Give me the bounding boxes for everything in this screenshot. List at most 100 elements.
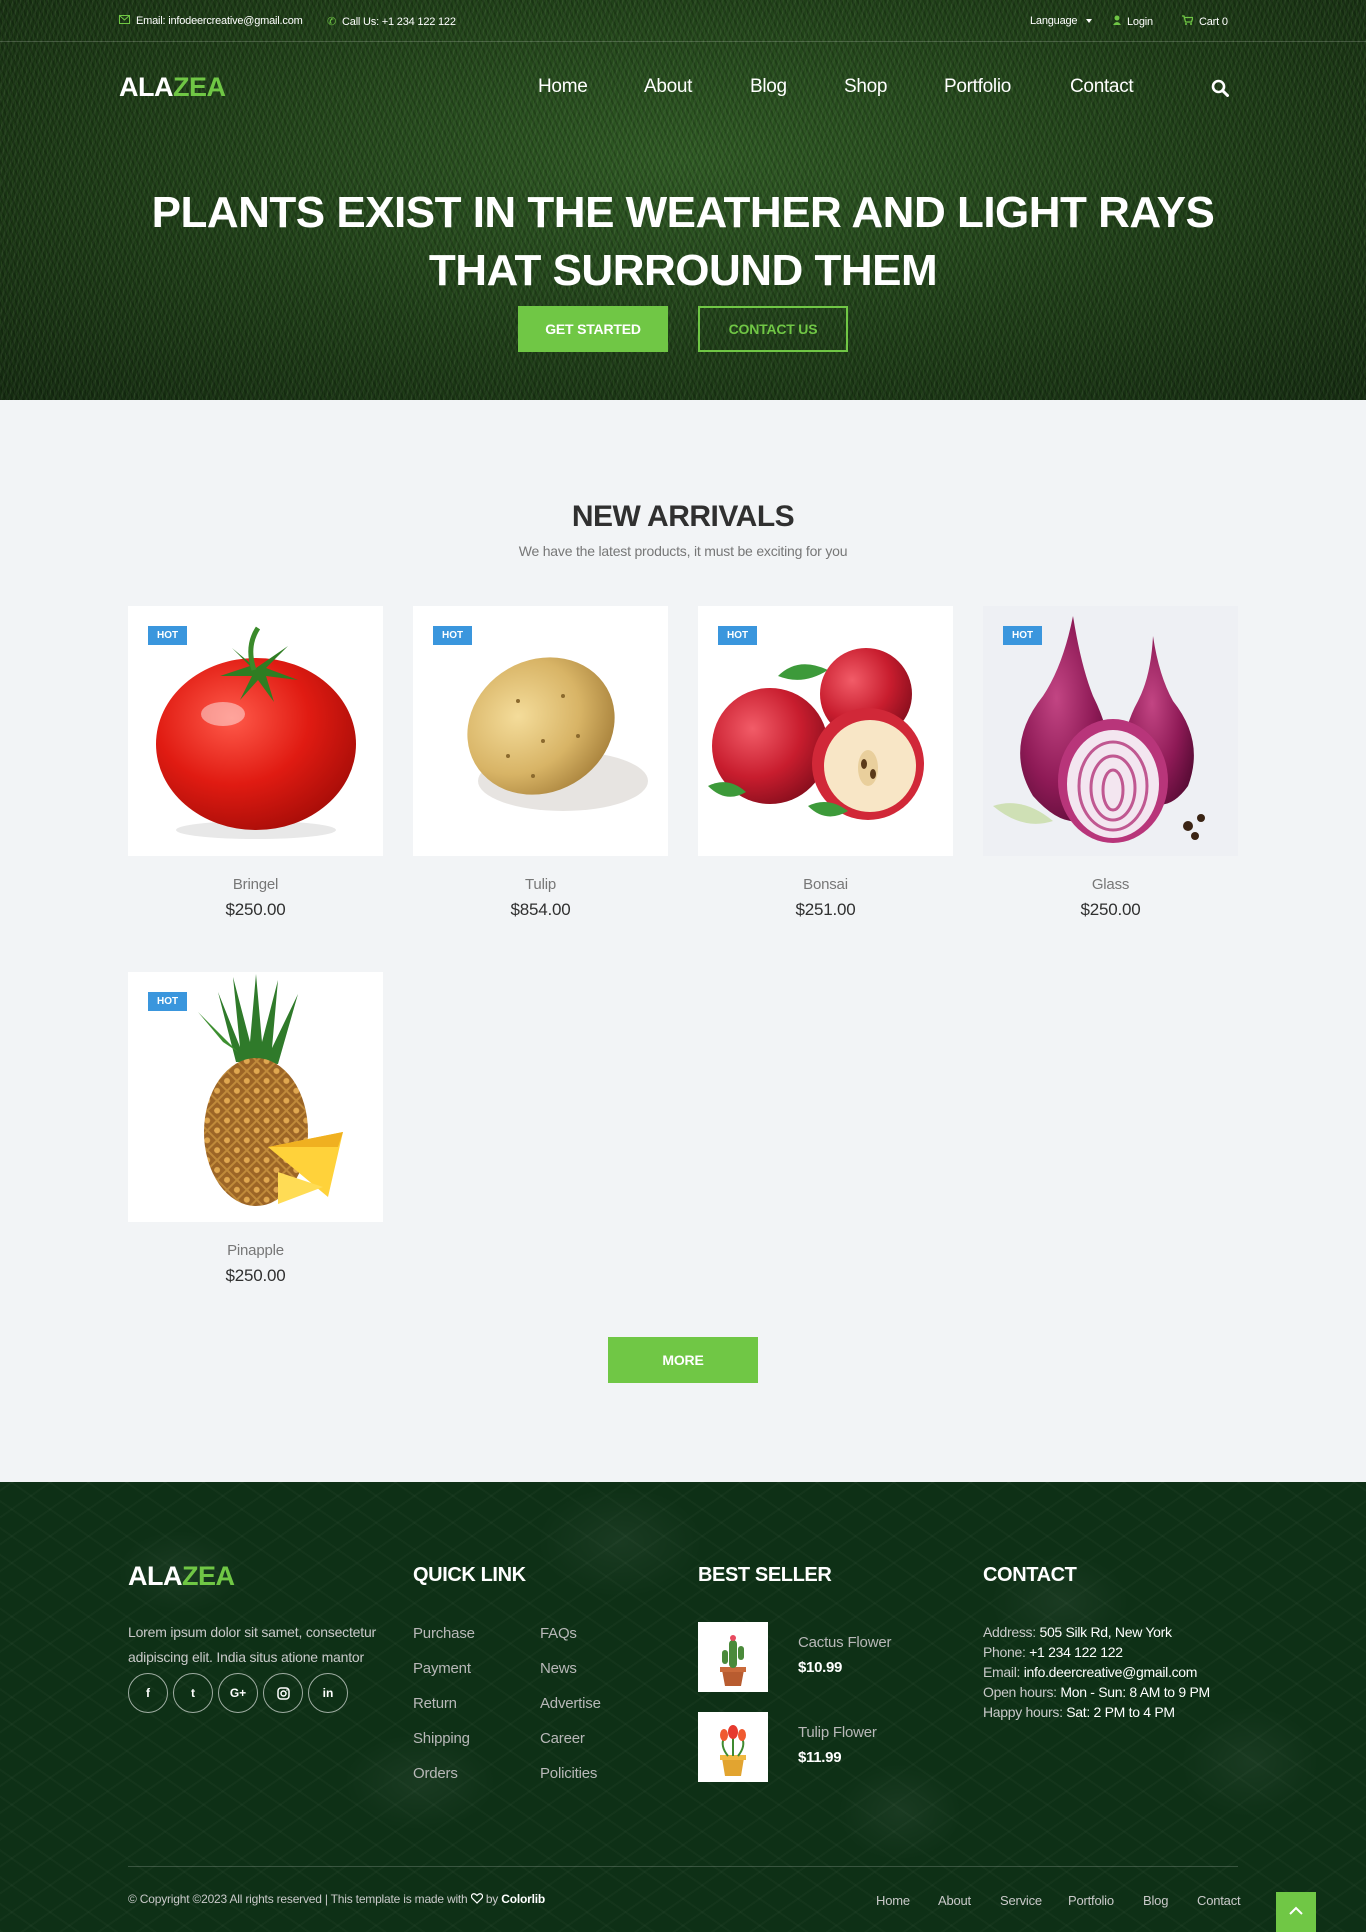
- cart-icon: [1182, 15, 1194, 28]
- product-image-red-onions[interactable]: HOT: [983, 606, 1238, 856]
- hot-badge: HOT: [718, 626, 758, 645]
- topbar-phone-text: Call Us: +1 234 122 122: [342, 15, 456, 28]
- footer-link-home[interactable]: Home: [876, 1893, 910, 1908]
- product-image-tomato[interactable]: HOT: [128, 606, 383, 856]
- language-dropdown[interactable]: Language: [1030, 15, 1093, 27]
- best-seller-name[interactable]: Tulip Flower: [798, 1724, 877, 1741]
- contact-label: Email:: [983, 1664, 1021, 1680]
- login-label: Login: [1127, 15, 1153, 28]
- contact-heading: CONTACT: [983, 1564, 1077, 1586]
- footer-logo[interactable]: ALAZEA: [128, 1561, 235, 1592]
- product-image-potato[interactable]: HOT: [413, 606, 668, 856]
- nav-contact[interactable]: Contact: [1070, 76, 1134, 98]
- product-name[interactable]: Tulip: [413, 876, 668, 893]
- logo-text-main: ALA: [128, 1561, 183, 1591]
- footer-link-about[interactable]: About: [938, 1893, 971, 1908]
- logo-text-main: ALA: [119, 72, 174, 102]
- contact-label: Address:: [983, 1624, 1036, 1640]
- product-price: $854.00: [510, 900, 571, 919]
- product-price: $250.00: [225, 1266, 286, 1285]
- contact-open-hours: Open hours: Mon - Sun: 8 AM to 9 PM: [983, 1684, 1210, 1700]
- contact-email: Email: info.deercreative@gmail.com: [983, 1664, 1197, 1680]
- caret-down-icon: [1086, 19, 1093, 23]
- scroll-to-top-button[interactable]: [1276, 1892, 1316, 1932]
- footer-link-contact[interactable]: Contact: [1197, 1893, 1241, 1908]
- facebook-icon[interactable]: f: [128, 1673, 168, 1713]
- cactus-flower-thumbnail[interactable]: [698, 1622, 768, 1692]
- more-button[interactable]: MORE: [608, 1337, 758, 1383]
- product-price: $250.00: [1080, 900, 1141, 919]
- heart-icon: [470, 1892, 486, 1906]
- section-subtitle: We have the latest products, it must be …: [518, 543, 848, 559]
- twitter-icon[interactable]: t: [173, 1673, 213, 1713]
- product-card[interactable]: HOT Pinapple $250.00: [128, 972, 383, 1286]
- linkedin-icon[interactable]: in: [308, 1673, 348, 1713]
- best-seller-name[interactable]: Cactus Flower: [798, 1634, 891, 1651]
- quick-link-news[interactable]: News: [540, 1660, 577, 1677]
- quick-link-advertise[interactable]: Advertise: [540, 1695, 601, 1712]
- chevron-up-icon: [1288, 1903, 1304, 1921]
- topbar-email-text: Email: infodeercreative@gmail.com: [136, 15, 303, 27]
- product-image-pineapple[interactable]: HOT: [128, 972, 383, 1222]
- product-image-apples[interactable]: HOT: [698, 606, 953, 856]
- hot-badge: HOT: [148, 992, 188, 1011]
- quick-link-policities[interactable]: Policities: [540, 1765, 597, 1782]
- product-card[interactable]: HOT Tulip $854.00: [413, 606, 668, 920]
- hero-title: PLANTS EXIST IN THE WEATHER AND LIGHT RA…: [151, 188, 1215, 295]
- cart-label: Cart 0: [1199, 15, 1228, 28]
- contact-label: Phone:: [983, 1644, 1026, 1660]
- copyright-text: © Copyright ©2023 All rights reserved | …: [128, 1892, 545, 1906]
- get-started-button[interactable]: GET STARTED: [518, 306, 668, 352]
- product-name[interactable]: Glass: [983, 876, 1238, 893]
- quick-link-shipping[interactable]: Shipping: [413, 1730, 470, 1747]
- nav-home[interactable]: Home: [538, 76, 588, 98]
- product-price: $251.00: [795, 900, 856, 919]
- contact-us-button[interactable]: CONTACT US: [698, 306, 848, 352]
- section-title: NEW ARRIVALS: [571, 500, 795, 533]
- colorlib-link[interactable]: Colorlib: [501, 1892, 545, 1906]
- copyright-main: © Copyright ©2023 All rights reserved | …: [128, 1892, 468, 1906]
- contact-value: Mon - Sun: 8 AM to 9 PM: [1060, 1684, 1210, 1700]
- product-name[interactable]: Bonsai: [698, 876, 953, 893]
- footer-link-portfolio[interactable]: Portfolio: [1068, 1893, 1114, 1908]
- logo-text-accent: ZEA: [173, 72, 226, 102]
- hero-section: Email: infodeercreative@gmail.com ✆ Call…: [0, 0, 1366, 400]
- google-plus-icon[interactable]: G+: [218, 1673, 258, 1713]
- contact-value: 505 Silk Rd, New York: [1039, 1624, 1172, 1640]
- contact-value[interactable]: info.deercreative@gmail.com: [1024, 1664, 1198, 1680]
- product-card[interactable]: HOT Glass $250.00: [983, 606, 1238, 920]
- quick-link-payment[interactable]: Payment: [413, 1660, 471, 1677]
- login-link[interactable]: Login: [1113, 15, 1153, 28]
- nav-portfolio[interactable]: Portfolio: [944, 76, 1011, 98]
- search-icon[interactable]: [1211, 79, 1229, 97]
- quick-link-purchase[interactable]: Purchase: [413, 1625, 475, 1642]
- product-name[interactable]: Bringel: [128, 876, 383, 893]
- footer-about-text: Lorem ipsum dolor sit samet, consectetur…: [128, 1624, 376, 1665]
- top-bar: Email: infodeercreative@gmail.com ✆ Call…: [0, 0, 1366, 42]
- footer-link-service[interactable]: Service: [1000, 1893, 1042, 1908]
- product-card[interactable]: HOT Bringel $250.00: [128, 606, 383, 920]
- topbar-email[interactable]: Email: infodeercreative@gmail.com: [119, 15, 303, 27]
- footer-link-blog[interactable]: Blog: [1143, 1893, 1168, 1908]
- product-price: $250.00: [225, 900, 286, 919]
- nav-shop[interactable]: Shop: [844, 76, 887, 98]
- contact-happy-hours: Happy hours: Sat: 2 PM to 4 PM: [983, 1704, 1175, 1720]
- nav-about[interactable]: About: [644, 76, 692, 98]
- language-label: Language: [1030, 15, 1078, 27]
- site-logo[interactable]: ALAZEA: [119, 72, 226, 103]
- topbar-phone[interactable]: ✆ Call Us: +1 234 122 122: [327, 15, 456, 29]
- cart-link[interactable]: Cart 0: [1182, 15, 1228, 28]
- product-card[interactable]: HOT Bonsai $251.00: [698, 606, 953, 920]
- product-name[interactable]: Pinapple: [128, 1242, 383, 1259]
- quick-link-career[interactable]: Career: [540, 1730, 585, 1747]
- contact-label: Open hours:: [983, 1684, 1057, 1700]
- contact-value: +1 234 122 122: [1029, 1644, 1123, 1660]
- quick-link-faqs[interactable]: FAQs: [540, 1625, 577, 1642]
- nav-blog[interactable]: Blog: [750, 76, 787, 98]
- tulip-flower-thumbnail[interactable]: [698, 1712, 768, 1782]
- quick-link-return[interactable]: Return: [413, 1695, 457, 1712]
- hot-badge: HOT: [433, 626, 473, 645]
- best-seller-heading: BEST SELLER: [698, 1564, 832, 1586]
- quick-link-orders[interactable]: Orders: [413, 1765, 458, 1782]
- instagram-icon[interactable]: [263, 1673, 303, 1713]
